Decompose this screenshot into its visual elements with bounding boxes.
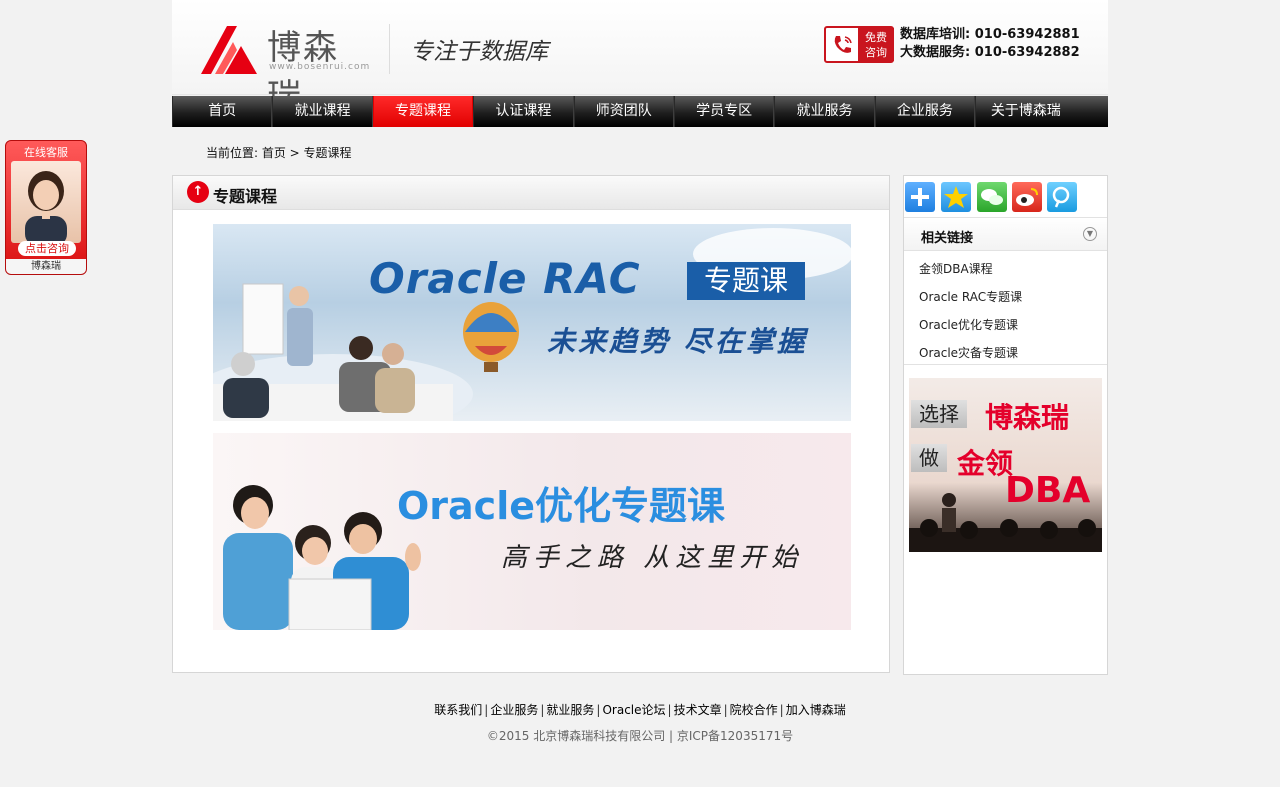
- nav-employment-courses[interactable]: 就业课程: [272, 96, 373, 127]
- free-consult-tag: 免费 咨询: [858, 28, 894, 61]
- footer-separator: |: [723, 703, 728, 717]
- gold-dba-ad[interactable]: 选择 博森瑞 做 金领 DBA: [909, 378, 1102, 552]
- oracle-tuning-banner[interactable]: Oracle优化专题课 高手之路 从这里开始: [213, 433, 851, 630]
- ad-dba-text: DBA: [1005, 470, 1091, 511]
- breadcrumb: 当前位置: 首页 > 专题课程: [206, 146, 352, 160]
- link-oracle-dr[interactable]: Oracle灾备专题课: [904, 339, 1107, 367]
- wechat-icon[interactable]: [977, 182, 1007, 212]
- page-title: 专题课程: [213, 187, 278, 206]
- logo-mark-icon: [201, 26, 257, 74]
- hotline-numbers: 数据库培训: 010-63942881 大数据服务: 010-63942882: [900, 26, 1080, 62]
- footer-separator: |: [484, 703, 489, 717]
- nav-students[interactable]: 学员专区: [673, 96, 775, 127]
- weibo-icon[interactable]: [1012, 182, 1042, 212]
- related-links-list: 金领DBA课程 Oracle RAC专题课 Oracle优化专题课 Oracle…: [904, 251, 1107, 365]
- footer-separator: |: [540, 703, 545, 717]
- link-oracle-tuning[interactable]: Oracle优化专题课: [904, 311, 1107, 339]
- free-label: 免费: [865, 31, 887, 44]
- ad-brand-text: 博森瑞: [985, 401, 1070, 434]
- site-header: 博森瑞 www.bosenrui.com 专注于数据库 免费 咨询 数据库培训:…: [172, 0, 1108, 117]
- ad-be-label: 做: [911, 444, 947, 472]
- header-divider: [389, 24, 390, 74]
- related-links-title: 相关链接: [921, 231, 974, 246]
- logo-url: www.bosenrui.com: [269, 62, 371, 72]
- footer-links: 联系我们 | 企业服务 | 就业服务 | Oracle论坛 | 技术文章 | 院校合作 | 加入博森瑞: [0, 701, 1280, 718]
- main-nav: 首页 就业课程 专题课程 认证课程 师资团队 学员专区 就业服务 企业服务 关于…: [172, 96, 1108, 127]
- site-logo[interactable]: 博森瑞 www.bosenrui.com: [197, 18, 372, 117]
- footer-contact[interactable]: 联系我们: [434, 703, 482, 717]
- free-consult-badge[interactable]: 免费 咨询: [824, 26, 894, 63]
- qzone-icon[interactable]: [941, 182, 971, 212]
- chevron-down-icon[interactable]: ▼: [1083, 227, 1097, 241]
- footer-join[interactable]: 加入博森瑞: [786, 703, 846, 717]
- nav-enterprise-service[interactable]: 企业服务: [874, 96, 976, 127]
- footer-copyright: ©2015 北京博森瑞科技有限公司 | 京ICP备12035171号: [486, 729, 794, 743]
- sidebar: 相关链接 ▼ 金领DBA课程 Oracle RAC专题课 Oracle优化专题课…: [903, 175, 1108, 675]
- nav-certification-courses[interactable]: 认证课程: [473, 96, 574, 127]
- footer-forum[interactable]: Oracle论坛: [602, 703, 665, 717]
- slogan: 专注于数据库: [410, 39, 548, 65]
- footer-separator: |: [596, 703, 601, 717]
- tencent-weibo-icon[interactable]: [1047, 182, 1077, 212]
- tuning-banner-subtitle: 高手之路 从这里开始: [501, 543, 804, 573]
- service-agent-avatar: [11, 161, 81, 243]
- kefu-brand-label: 博森瑞: [6, 259, 86, 274]
- nav-about[interactable]: 关于博森瑞: [975, 96, 1075, 127]
- nav-employment-service[interactable]: 就业服务: [774, 96, 875, 127]
- nav-home[interactable]: 首页: [172, 96, 273, 127]
- main-panel-header: ↑ 专题课程: [173, 176, 889, 210]
- main-panel: ↑ 专题课程 Oracle RAC 专题课 未来趋势 尽在掌握 Oracle优化…: [172, 175, 890, 673]
- phone-icon: [834, 36, 852, 53]
- footer-cooperation[interactable]: 院校合作: [730, 703, 778, 717]
- ad-choose-label: 选择: [911, 400, 967, 428]
- training-hotline: 数据库培训: 010-63942881: [900, 27, 1080, 42]
- footer-separator: |: [779, 703, 784, 717]
- hotline: 免费 咨询 数据库培训: 010-63942881 大数据服务: 010-639…: [824, 26, 1092, 66]
- nav-special-courses[interactable]: 专题课程: [372, 96, 474, 127]
- online-service-widget[interactable]: 在线客服 点击咨询 博森瑞: [5, 140, 87, 275]
- rac-banner-title: Oracle RAC: [369, 254, 641, 303]
- link-gold-dba[interactable]: 金领DBA课程: [904, 255, 1107, 283]
- section-icon: ↑: [187, 181, 209, 203]
- related-links-header: 相关链接 ▼: [904, 218, 1107, 251]
- footer-articles[interactable]: 技术文章: [674, 703, 722, 717]
- tuning-banner-illustration: [223, 485, 421, 630]
- bigdata-hotline: 大数据服务: 010-63942882: [900, 45, 1080, 60]
- oracle-rac-banner[interactable]: Oracle RAC 专题课 未来趋势 尽在掌握: [213, 224, 851, 421]
- link-oracle-rac[interactable]: Oracle RAC专题课: [904, 283, 1107, 311]
- rac-banner-tag: 专题课: [687, 262, 805, 300]
- online-service-label: 在线客服: [24, 146, 68, 159]
- footer-enterprise[interactable]: 企业服务: [490, 703, 538, 717]
- consult-label: 咨询: [865, 46, 887, 59]
- footer-separator: |: [667, 703, 672, 717]
- consult-button[interactable]: 点击咨询: [18, 241, 76, 256]
- nav-teachers[interactable]: 师资团队: [573, 96, 674, 127]
- footer-employment[interactable]: 就业服务: [546, 703, 594, 717]
- tuning-banner-title: Oracle优化专题课: [397, 484, 726, 528]
- add-share-icon[interactable]: [905, 182, 935, 212]
- rac-banner-subtitle: 未来趋势 尽在掌握: [547, 325, 808, 358]
- share-bar: [904, 176, 1107, 218]
